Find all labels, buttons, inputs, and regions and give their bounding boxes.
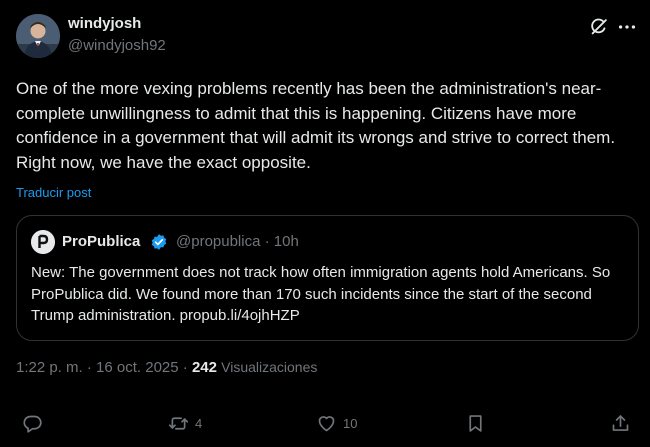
post: windyjosh @windyjosh92 One of the more v… <box>0 0 650 447</box>
views-label: Visualizaciones <box>221 359 318 375</box>
repost-count: 4 <box>195 415 203 431</box>
translate-post-link[interactable]: Traducir post <box>16 185 91 200</box>
like-button[interactable]: 10 <box>316 411 357 435</box>
post-timestamp[interactable]: 1:22 p. m. · 16 oct. 2025 · <box>16 359 192 376</box>
quoted-post[interactable]: ProPublica @propublica · 10h New: The go… <box>16 215 639 341</box>
repost-icon <box>168 413 189 434</box>
verified-badge-icon <box>150 233 168 251</box>
repost-button[interactable]: 4 <box>168 411 202 435</box>
heart-icon <box>316 413 337 434</box>
like-count: 10 <box>343 415 358 431</box>
quote-text: New: The government does not track how o… <box>31 264 611 324</box>
bookmark-icon <box>465 413 486 434</box>
quote-author-name[interactable]: ProPublica <box>62 233 140 250</box>
share-icon <box>610 413 631 434</box>
bookmark-button[interactable] <box>465 411 486 435</box>
reply-button[interactable] <box>22 411 43 435</box>
more-icon[interactable] <box>616 16 638 38</box>
post-text: One of the more vexing problems recently… <box>16 79 616 172</box>
author-name[interactable]: windyjosh <box>68 15 141 32</box>
post-metadata: 1:22 p. m. · 16 oct. 2025 · 242 Visualiz… <box>16 359 317 376</box>
author-avatar[interactable] <box>16 14 60 58</box>
author-handle[interactable]: @windyjosh92 <box>68 37 166 54</box>
reply-icon <box>22 413 43 434</box>
quote-meta: @propublica · 10h <box>176 233 299 250</box>
grok-icon[interactable] <box>588 16 610 38</box>
quote-avatar[interactable] <box>31 230 55 254</box>
views-count: 242 <box>191 359 217 376</box>
share-button[interactable] <box>610 411 631 435</box>
